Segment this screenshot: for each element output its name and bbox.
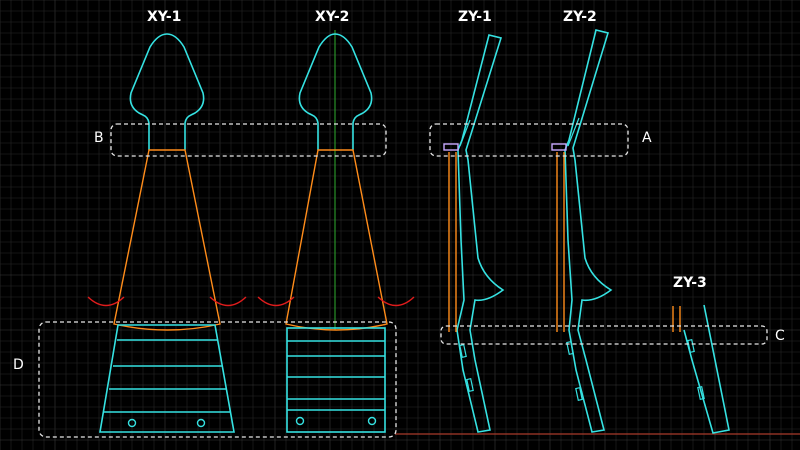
box-a [429,123,629,157]
xy1-bolt-hole [196,418,206,428]
zy1-view [443,34,505,433]
zy2-clip [551,143,567,151]
label-zy1: ZY-1 [458,9,492,25]
xy2-arc-left [257,296,295,307]
xy2-base-rect [286,327,386,433]
zy3-view [672,304,730,434]
background-grid [0,0,800,450]
label-box-b: B [94,130,104,146]
zy1-blade-outline [456,34,505,433]
label-zy2: ZY-2 [563,9,597,25]
label-box-d: D [13,357,24,373]
dashed-boxes [38,123,768,438]
xy1-view [87,33,247,433]
label-box-c: C [775,328,785,344]
zy3-blade-outline [683,304,730,434]
label-box-a: A [642,130,652,146]
xy2-bolt-hole [295,416,305,426]
xy1-taper [113,149,221,331]
xy1-head-outline [129,33,205,150]
label-zy3: ZY-3 [673,275,707,291]
xy2-taper [285,149,388,331]
label-xy2: XY-2 [315,9,350,25]
label-xy1: XY-1 [147,9,182,25]
xy2-bolt-hole [367,416,377,426]
box-b [110,123,387,157]
cad-drawing-canvas [0,0,800,450]
